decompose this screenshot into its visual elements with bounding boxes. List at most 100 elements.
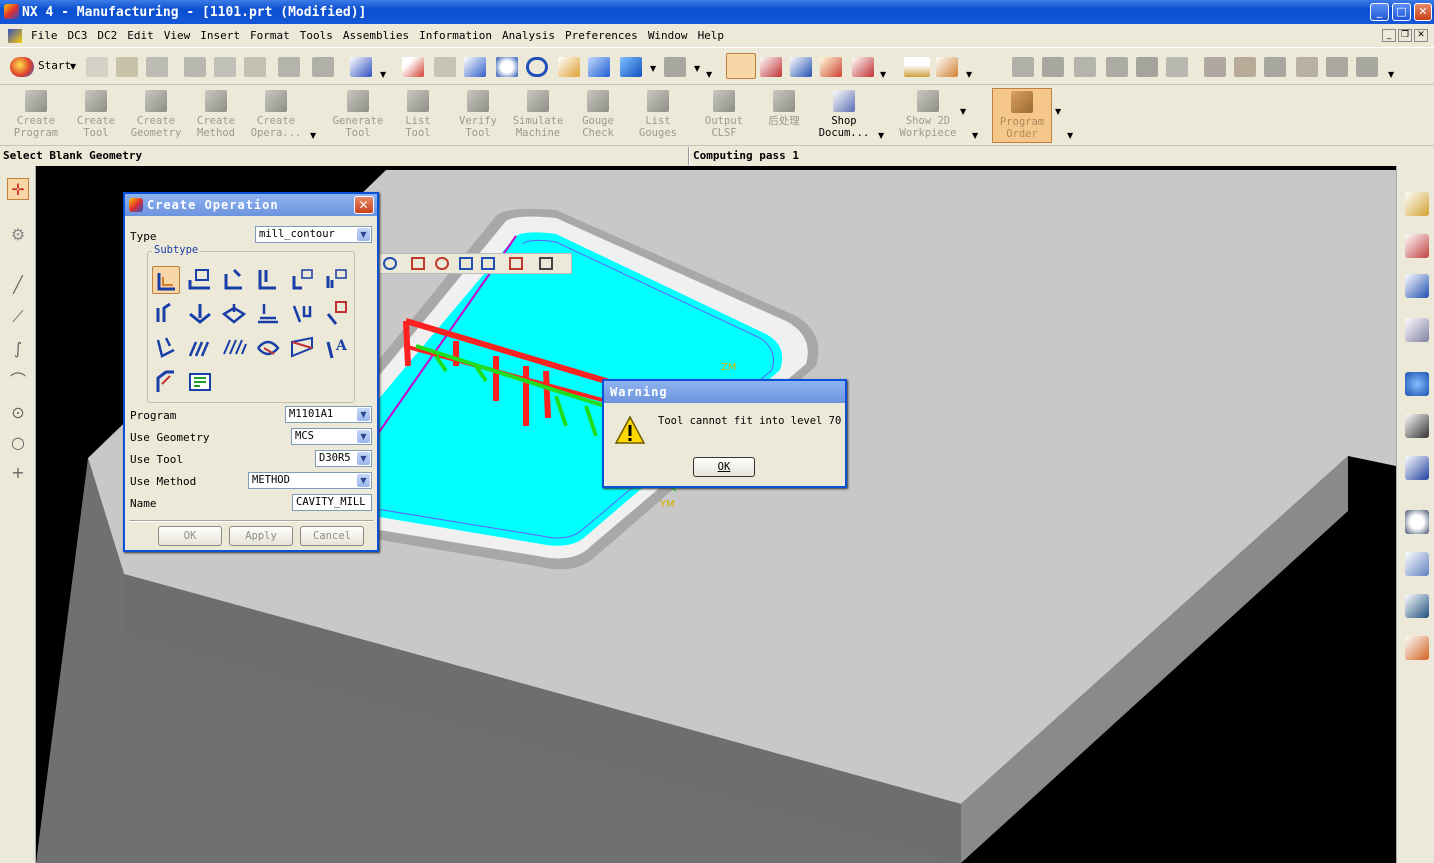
selection-icon[interactable] <box>350 57 372 77</box>
mdi-minimize-button[interactable]: _ <box>1382 29 1396 42</box>
op-nav-icon-5[interactable] <box>1136 57 1158 77</box>
mill-user-subtype-icon[interactable] <box>152 368 180 396</box>
menu-help[interactable]: Help <box>693 29 730 42</box>
menu-view[interactable]: View <box>159 29 196 42</box>
view-orient-icon[interactable] <box>664 57 686 77</box>
menu-information[interactable]: Information <box>414 29 497 42</box>
wcs-origin-icon[interactable] <box>760 57 782 77</box>
flowcut-ref-tool-subtype-icon[interactable] <box>152 334 180 362</box>
postprocess-button[interactable]: 后处理 <box>756 88 812 143</box>
zoom-window-icon[interactable] <box>434 57 456 77</box>
process-studio-icon[interactable] <box>1405 594 1429 618</box>
cut-icon[interactable] <box>184 57 206 77</box>
type-select[interactable]: mill_contour ▼ <box>255 226 372 243</box>
op-nav-icon-10[interactable] <box>1296 57 1318 77</box>
part-navigator-icon[interactable] <box>1405 274 1429 298</box>
mdi-restore-button[interactable]: ❐ <box>1398 29 1412 42</box>
render-style-icon[interactable] <box>588 57 610 77</box>
apply-button[interactable]: Apply <box>229 526 293 546</box>
point-icon[interactable]: + <box>7 462 29 484</box>
fit-box-icon[interactable] <box>411 257 425 270</box>
op-nav-icon-3[interactable] <box>1074 57 1096 77</box>
menu-file[interactable]: File <box>26 29 63 42</box>
rest-mill-subtype-icon[interactable] <box>254 266 282 294</box>
op-nav-icon-4[interactable] <box>1106 57 1128 77</box>
mill-control-subtype-icon[interactable] <box>186 368 214 396</box>
measure-angle-icon[interactable] <box>936 57 958 77</box>
list-gouges-button[interactable]: List Gouges <box>630 88 686 143</box>
operation-name-input[interactable]: CAVITY_MILL <box>292 494 372 511</box>
create-operation-close-button[interactable]: ✕ <box>354 196 374 214</box>
profile-3d-subtype-icon[interactable] <box>288 334 316 362</box>
solid-profile-3d-subtype-icon[interactable] <box>254 334 282 362</box>
zoom-box-icon[interactable] <box>435 257 449 270</box>
cancel-button[interactable]: Cancel <box>300 526 364 546</box>
method-select[interactable]: METHOD ▼ <box>248 472 372 489</box>
new-icon[interactable] <box>86 57 108 77</box>
menu-assemblies[interactable]: Assemblies <box>338 29 414 42</box>
streamline-subtype-icon[interactable] <box>254 300 282 328</box>
gouge-check-button[interactable]: Gouge Check <box>570 88 626 143</box>
wcs-dynamics-icon[interactable] <box>820 57 842 77</box>
flowcut-smooth-subtype-icon[interactable] <box>186 334 214 362</box>
fixed-contour-subtype-icon[interactable] <box>152 300 180 328</box>
contour-text-subtype-icon[interactable]: A <box>322 334 350 362</box>
op-nav-icon-1[interactable] <box>1012 57 1034 77</box>
list-tool-button[interactable]: List Tool <box>390 88 446 143</box>
curve-icon[interactable]: ∫ <box>7 338 29 360</box>
create-program-button[interactable]: Create Program <box>8 88 64 143</box>
refresh-icon[interactable] <box>383 257 397 270</box>
view-cube-icon[interactable] <box>481 257 495 270</box>
program-select[interactable]: M1101A1 ▼ <box>285 406 372 423</box>
menu-insert[interactable]: Insert <box>195 29 245 42</box>
menu-analysis[interactable]: Analysis <box>497 29 560 42</box>
fit-icon[interactable] <box>402 57 424 77</box>
line-point-icon[interactable]: ⟋ <box>7 306 29 328</box>
create-operation-button[interactable]: Create Opera... <box>248 88 304 143</box>
start-button[interactable]: Start <box>38 59 71 72</box>
view-frame-icon[interactable] <box>459 257 473 270</box>
contour-area-subtype-icon[interactable] <box>186 300 214 328</box>
create-operation-titlebar[interactable]: Create Operation ✕ <box>125 194 377 216</box>
wcs-orient-icon[interactable] <box>852 57 874 77</box>
web-browser-icon[interactable] <box>1405 372 1429 396</box>
copy-icon[interactable] <box>214 57 236 77</box>
assembly-navigator-icon[interactable] <box>1405 318 1429 342</box>
wcs-icon[interactable] <box>726 53 756 79</box>
undo-icon[interactable] <box>312 57 334 77</box>
create-tool-button[interactable]: Create Tool <box>68 88 124 143</box>
warning-ok-button[interactable]: OK <box>693 457 755 477</box>
shop-documentation-button[interactable]: Shop Docum... <box>816 88 872 143</box>
open-icon[interactable] <box>116 57 138 77</box>
close-button[interactable]: ✕ <box>1414 3 1432 21</box>
warning-titlebar[interactable]: Warning <box>604 381 845 403</box>
save-icon[interactable] <box>146 57 168 77</box>
training-icon[interactable] <box>1405 414 1429 438</box>
nx-menu-icon[interactable] <box>8 28 22 43</box>
snap-icon[interactable]: ⚙ <box>7 224 29 246</box>
corner-rough-subtype-icon[interactable] <box>220 266 248 294</box>
op-nav-icon-2[interactable] <box>1042 57 1064 77</box>
op-nav-icon-12[interactable] <box>1356 57 1378 77</box>
system-materials-icon[interactable] <box>1405 552 1429 576</box>
op-nav-icon-6[interactable] <box>1166 57 1188 77</box>
help-icon[interactable] <box>1405 456 1429 480</box>
history-icon[interactable] <box>1405 510 1429 534</box>
arc-icon[interactable]: ⌒ <box>7 370 29 392</box>
verify-tool-button[interactable]: Verify Tool <box>450 88 506 143</box>
generate-tool-button[interactable]: Generate Tool <box>330 88 386 143</box>
op-nav-icon-9[interactable] <box>1264 57 1286 77</box>
menu-dc3[interactable]: DC3 <box>63 29 93 42</box>
cavity-mill-subtype-icon[interactable] <box>152 266 180 294</box>
point-constructor-icon[interactable]: ✛ <box>7 178 29 200</box>
menu-window[interactable]: Window <box>643 29 693 42</box>
menu-tools[interactable]: Tools <box>295 29 338 42</box>
machine-navigator-icon[interactable] <box>1405 234 1429 258</box>
circle-icon[interactable]: ○ <box>7 432 29 454</box>
clip-icon[interactable] <box>539 257 553 270</box>
orient-icon[interactable] <box>509 257 523 270</box>
line-icon[interactable]: ╱ <box>7 274 29 296</box>
menu-edit[interactable]: Edit <box>122 29 159 42</box>
op-nav-icon-8[interactable] <box>1234 57 1256 77</box>
menu-preferences[interactable]: Preferences <box>560 29 643 42</box>
